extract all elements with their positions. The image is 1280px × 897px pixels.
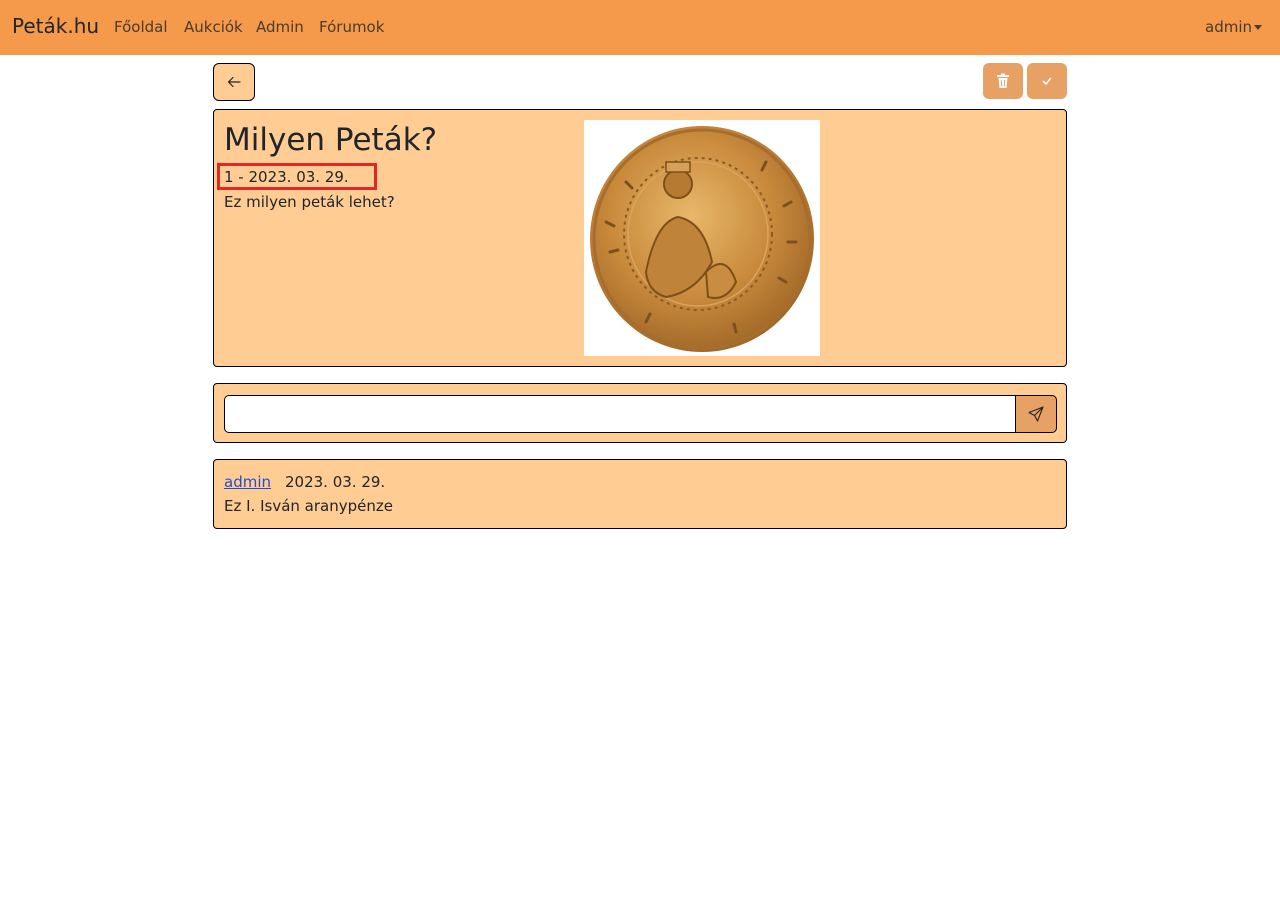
comment-input[interactable]: [224, 395, 1016, 433]
nav-link-forums[interactable]: Fórumok: [319, 18, 384, 36]
check-icon: [1042, 77, 1052, 85]
delete-button[interactable]: [983, 63, 1023, 99]
top-navbar: Peták.hu Főoldal Aukciók Admin Fórumok a…: [0, 0, 1280, 55]
comment-text: Ez I. Isván aranypénze: [224, 497, 393, 515]
user-name: admin: [1205, 18, 1252, 36]
caret-down-icon: [1254, 25, 1262, 30]
brand-logo-link[interactable]: Peták.hu: [12, 14, 99, 38]
send-icon: [1028, 406, 1044, 422]
trash-icon: [997, 73, 1009, 88]
forum-post-card: Milyen Peták? 1 - 2023. 03. 29. Ez milye…: [213, 109, 1067, 367]
post-body: Ez milyen peták lehet?: [224, 193, 395, 211]
comment-date: 2023. 03. 29.: [285, 473, 386, 491]
user-dropdown-toggle[interactable]: admin: [1205, 18, 1262, 36]
send-comment-button[interactable]: [1015, 395, 1057, 433]
gold-coin-image: [590, 126, 814, 352]
approve-button[interactable]: [1027, 63, 1067, 99]
post-meta: 1 - 2023. 03. 29.: [224, 168, 349, 186]
nav-link-home[interactable]: Főoldal: [114, 18, 168, 36]
nav-link-admin[interactable]: Admin: [256, 18, 304, 36]
arrow-left-icon: [227, 76, 241, 88]
post-title: Milyen Peták?: [224, 122, 438, 158]
comment-form: [213, 383, 1067, 443]
comment-card: admin 2023. 03. 29. Ez I. Isván aranypén…: [213, 459, 1067, 529]
back-button[interactable]: [213, 63, 255, 101]
comment-author-link[interactable]: admin: [224, 473, 271, 491]
post-image: [584, 120, 820, 356]
nav-link-auctions[interactable]: Aukciók: [184, 18, 243, 36]
